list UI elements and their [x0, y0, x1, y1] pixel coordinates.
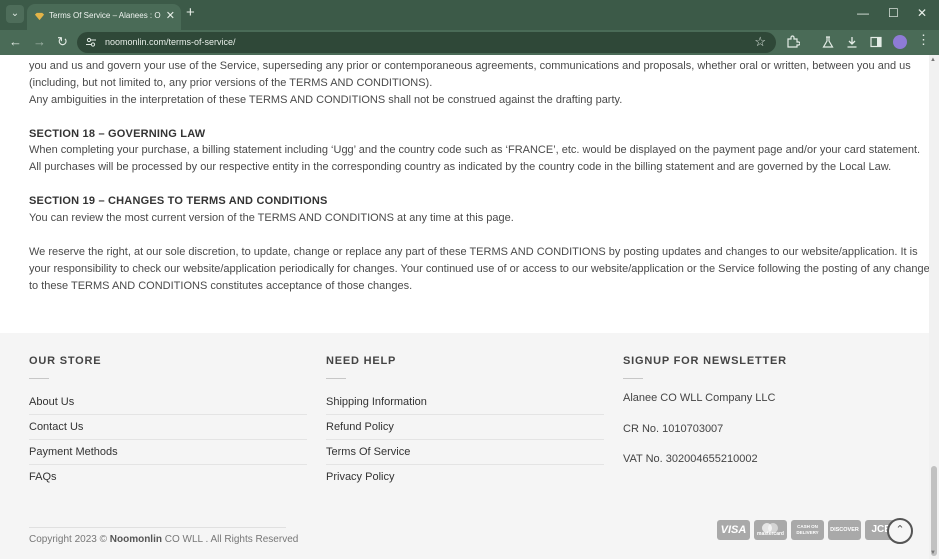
- cr-number: CR No. 1010703007: [623, 423, 724, 435]
- tab-title: Terms Of Service – Alanees : O: [49, 11, 161, 20]
- footer-link-contact-us[interactable]: Contact Us: [29, 415, 307, 440]
- paragraph-line: You can review the most current version …: [29, 212, 514, 224]
- page-viewport: you and us and govern your use of the Se…: [0, 55, 939, 559]
- paragraph-line: (including, but not limited to, any prio…: [29, 77, 433, 89]
- section-19-heading: SECTION 19 – CHANGES TO TERMS AND CONDIT…: [29, 195, 328, 207]
- browser-toolbar: ← → ↻ noomonlin.com/terms-of-service/ ☆ …: [0, 30, 939, 55]
- footer-link-privacy-policy[interactable]: Privacy Policy: [326, 465, 604, 490]
- paragraph-line: When completing your purchase, a billing…: [29, 144, 921, 156]
- browser-menu-icon[interactable]: ⋮: [917, 33, 930, 47]
- browser-tab[interactable]: Terms Of Service – Alanees : O ✕: [27, 4, 181, 30]
- back-to-top-icon[interactable]: ⌃: [887, 518, 913, 544]
- address-bar[interactable]: noomonlin.com/terms-of-service/ ☆: [77, 32, 776, 53]
- paragraph-line: to these TERMS AND CONDITIONS constitute…: [29, 280, 413, 292]
- footer-heading: SIGNUP FOR NEWSLETTER: [623, 355, 787, 367]
- window-close-icon[interactable]: ✕: [917, 6, 927, 20]
- profile-avatar[interactable]: [893, 35, 907, 49]
- heading-divider: [326, 378, 346, 379]
- mastercard-icon: mastercard: [754, 520, 787, 540]
- minimize-icon[interactable]: —: [857, 6, 869, 20]
- paragraph-line: All purchases will be processed by our r…: [29, 161, 892, 173]
- scroll-down-arrow-icon[interactable]: ▼: [930, 550, 936, 556]
- site-footer: OUR STORE About Us Contact Us Payment Me…: [0, 333, 929, 559]
- labs-flask-icon[interactable]: [821, 35, 835, 49]
- download-icon[interactable]: [845, 35, 859, 49]
- copyright-text: Copyright 2023 © Noomonlin CO WLL . All …: [29, 534, 299, 545]
- paragraph-line: We reserve the right, at our sole discre…: [29, 246, 918, 258]
- scroll-up-arrow-icon[interactable]: ▲: [930, 57, 936, 63]
- visa-icon: VISA: [717, 520, 750, 540]
- site-favicon-icon: [34, 12, 45, 21]
- paragraph-line: you and us and govern your use of the Se…: [29, 60, 911, 72]
- footer-link-refund-policy[interactable]: Refund Policy: [326, 415, 604, 440]
- copyright-brand: Noomonlin: [109, 534, 162, 545]
- side-panel-icon[interactable]: [869, 35, 883, 49]
- section-18-heading: SECTION 18 – GOVERNING LAW: [29, 128, 206, 140]
- tab-close-icon[interactable]: ✕: [166, 9, 175, 22]
- reload-icon[interactable]: ↻: [57, 34, 68, 50]
- scrollbar-thumb[interactable]: [931, 466, 937, 556]
- page-scrollbar[interactable]: ▲ ▼: [929, 55, 939, 559]
- browser-tab-bar: ⌄ Terms Of Service – Alanees : O ✕ + — ☐…: [0, 0, 939, 30]
- footer-link-payment-methods[interactable]: Payment Methods: [29, 440, 307, 465]
- maximize-icon[interactable]: ☐: [888, 6, 899, 20]
- bookmark-star-icon[interactable]: ☆: [754, 34, 766, 50]
- vat-number: VAT No. 302004655210002: [623, 453, 758, 465]
- cash-on-delivery-icon: CASH ON DELIVERY: [791, 520, 824, 540]
- tab-search-chevron-icon[interactable]: ⌄: [6, 5, 24, 23]
- paragraph-line: Any ambiguities in the interpretation of…: [29, 94, 623, 106]
- url-text: noomonlin.com/terms-of-service/: [105, 37, 236, 47]
- heading-divider: [29, 378, 49, 379]
- footer-link-terms-of-service[interactable]: Terms Of Service: [326, 440, 604, 465]
- site-info-icon[interactable]: [85, 36, 97, 48]
- footer-link-about-us[interactable]: About Us: [29, 390, 307, 415]
- heading-divider: [623, 378, 643, 379]
- footer-link-shipping-information[interactable]: Shipping Information: [326, 390, 604, 415]
- forward-arrow-icon[interactable]: →: [33, 34, 46, 50]
- paragraph-line: your responsibility to check our website…: [29, 263, 936, 275]
- footer-link-faqs[interactable]: FAQs: [29, 465, 307, 490]
- footer-heading: OUR STORE: [29, 355, 102, 367]
- extensions-puzzle-icon[interactable]: [786, 35, 800, 49]
- footer-heading: NEED HELP: [326, 355, 397, 367]
- copyright-divider: [29, 527, 286, 528]
- discover-icon: DISCOVER: [828, 520, 861, 540]
- company-name: Alanee CO WLL Company LLC: [623, 392, 776, 404]
- back-arrow-icon[interactable]: ←: [9, 34, 22, 50]
- new-tab-icon[interactable]: +: [186, 5, 195, 21]
